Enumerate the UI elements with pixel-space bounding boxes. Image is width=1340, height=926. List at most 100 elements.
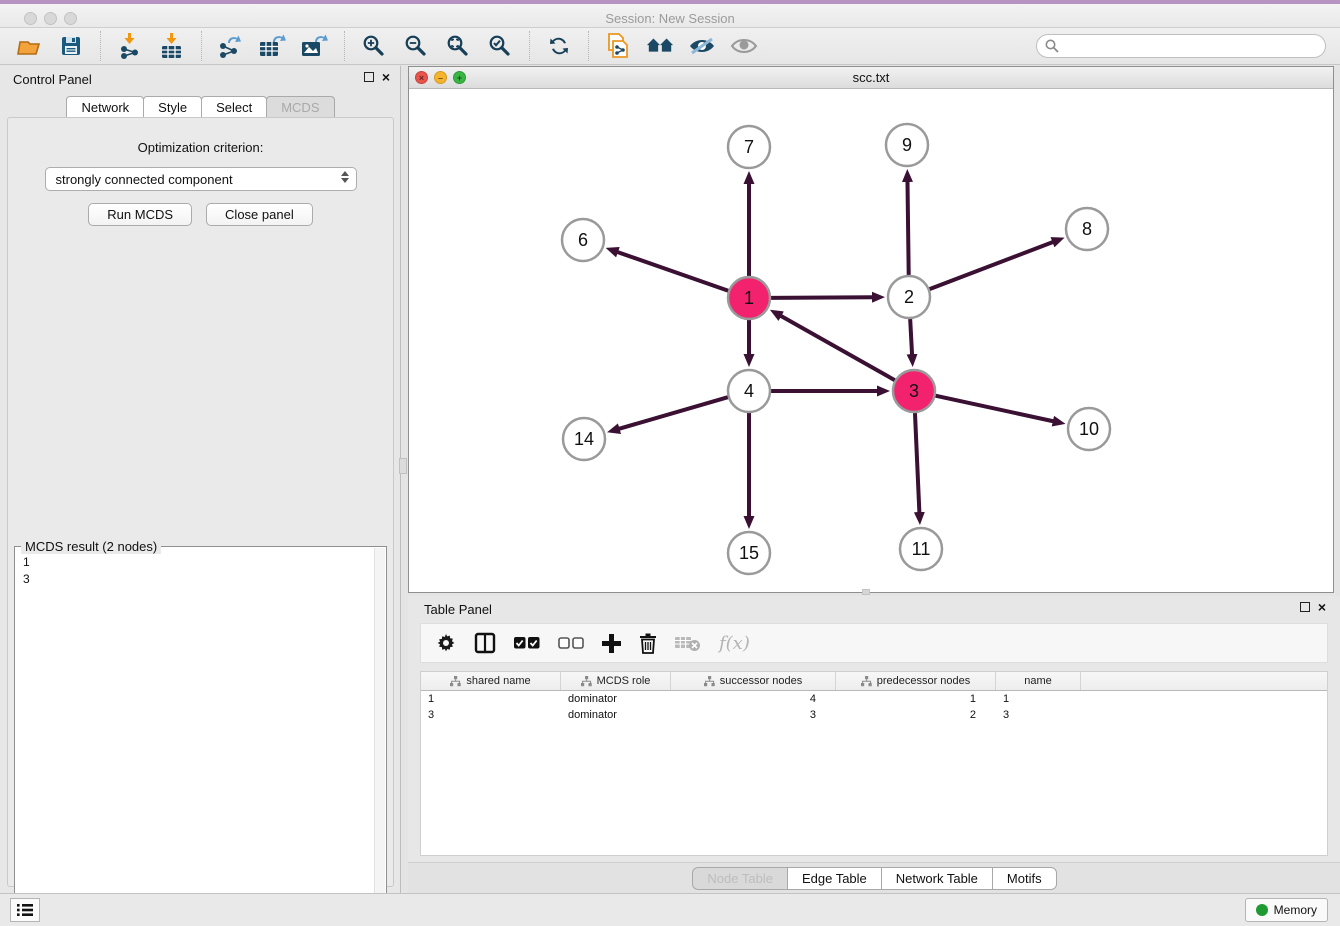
mcds-result-scrollbar[interactable] [374,548,385,921]
table-tabs-bar: Node Table Edge Table Network Table Moti… [408,862,1340,893]
node-label-9: 9 [902,135,912,155]
table-panel-close-icon[interactable]: × [1318,601,1326,613]
search-input[interactable] [1036,34,1326,58]
edge-2-8[interactable] [930,242,1054,289]
export-table-icon[interactable] [259,33,287,59]
zoom-selected-icon[interactable] [486,33,514,59]
refresh-layout-icon[interactable] [545,33,573,59]
edge-3-11[interactable] [915,413,919,513]
edge-3-10[interactable] [935,396,1053,422]
window-title: Session: New Session [0,11,1340,26]
column-tree-icon [861,676,872,687]
cell-name: 1 [996,691,1081,707]
memory-button[interactable]: Memory [1245,898,1328,922]
cell-shared-name: 1 [421,691,561,707]
tab-motifs[interactable]: Motifs [992,867,1057,890]
mcds-result-box: MCDS result (2 nodes) 1 3 [14,546,387,921]
node-table[interactable]: shared nameMCDS rolesuccessor nodesprede… [420,671,1328,856]
column-header-MCDS-role[interactable]: MCDS role [561,672,671,690]
dropdown-stepper-icon [341,171,349,183]
cell-successor-nodes: 3 [671,707,836,723]
node-label-2: 2 [904,287,914,307]
memory-label: Memory [1274,903,1317,917]
tab-network-table[interactable]: Network Table [881,867,993,890]
tab-style[interactable]: Style [143,96,202,118]
node-label-3: 3 [909,381,919,401]
control-panel-float-icon[interactable] [364,72,374,82]
hide-details-icon[interactable] [688,33,716,59]
edge-1-6[interactable] [617,252,728,291]
network-canvas[interactable]: 1234678910111415 [409,89,1333,592]
close-panel-button[interactable]: Close panel [206,203,313,226]
select-all-columns-icon[interactable] [514,637,540,650]
edge-1-2[interactable] [771,297,873,298]
table-row[interactable]: 1dominator411 [421,691,1327,707]
node-label-1: 1 [744,288,754,308]
task-history-button[interactable] [10,898,40,922]
zoom-out-icon[interactable] [402,33,430,59]
node-label-11: 11 [912,539,931,559]
control-panel-close-icon[interactable]: × [382,71,390,83]
edge-2-9[interactable] [907,181,908,275]
zoom-fit-icon[interactable] [444,33,472,59]
export-network-icon[interactable] [217,33,245,59]
column-header-name[interactable]: name [996,672,1081,690]
save-session-icon[interactable] [57,33,85,59]
zoom-in-icon[interactable] [360,33,388,59]
function-builder-icon[interactable]: f(x) [719,633,750,654]
export-image-icon[interactable] [301,33,329,59]
tab-select[interactable]: Select [201,96,267,118]
node-label-4: 4 [744,381,754,401]
cell-shared-name: 3 [421,707,561,723]
horizontal-splitter-handle[interactable] [862,589,870,595]
show-details-icon[interactable] [730,33,758,59]
table-toolbar: f(x) [420,623,1328,663]
node-label-7: 7 [744,137,754,157]
tab-network[interactable]: Network [66,96,144,118]
edge-2-3[interactable] [910,319,912,355]
mcds-result-title: MCDS result (2 nodes) [21,539,161,554]
column-header-successor-nodes[interactable]: successor nodes [671,672,836,690]
edge-3-1[interactable] [780,316,894,381]
cell-name: 3 [996,707,1081,723]
tab-mcds[interactable]: MCDS [266,96,334,118]
deselect-all-columns-icon[interactable] [558,637,584,650]
delete-table-icon[interactable] [675,634,701,652]
column-header-shared-name[interactable]: shared name [421,672,561,690]
show-columns-icon[interactable] [474,632,496,654]
node-label-15: 15 [739,543,759,563]
table-panel-title: Table Panel [424,602,492,617]
mcds-result-lines: 1 3 [15,547,386,595]
table-panel-float-icon[interactable] [1300,602,1310,612]
cell-MCDS-role: dominator [561,707,671,723]
delete-column-icon[interactable] [639,633,657,654]
column-header-predecessor-nodes[interactable]: predecessor nodes [836,672,996,690]
open-session-icon[interactable] [15,33,43,59]
copy-network-icon[interactable] [604,33,632,59]
status-bar: Memory [0,893,1340,926]
node-label-6: 6 [578,230,588,250]
cell-predecessor-nodes: 1 [836,691,996,707]
tab-edge-table[interactable]: Edge Table [787,867,882,890]
mcds-panel: Optimization criterion: strongly connect… [7,117,394,887]
criterion-dropdown[interactable]: strongly connected component [45,167,357,191]
import-network-icon[interactable] [116,33,144,59]
table-settings-gear-icon[interactable] [436,633,456,653]
network-view-window: × – + scc.txt 1234678910111415 [408,66,1334,593]
cell-successor-nodes: 4 [671,691,836,707]
optimization-criterion-label: Optimization criterion: [8,140,393,155]
run-mcds-button[interactable]: Run MCDS [88,203,192,226]
control-panel-tabs: Network Style Select MCDS [0,96,400,118]
home-icon[interactable] [646,33,674,59]
column-tree-icon [581,676,592,687]
memory-status-icon [1256,904,1268,916]
table-header-row: shared nameMCDS rolesuccessor nodesprede… [421,672,1327,691]
network-window-titlebar[interactable]: × – + scc.txt [409,67,1333,89]
create-column-icon[interactable] [602,634,621,653]
edge-4-14[interactable] [619,397,728,429]
vertical-splitter-handle[interactable] [399,458,407,474]
import-table-icon[interactable] [158,33,186,59]
tab-node-table[interactable]: Node Table [692,867,788,890]
table-row[interactable]: 3dominator323 [421,707,1327,723]
network-window-title: scc.txt [409,70,1333,85]
